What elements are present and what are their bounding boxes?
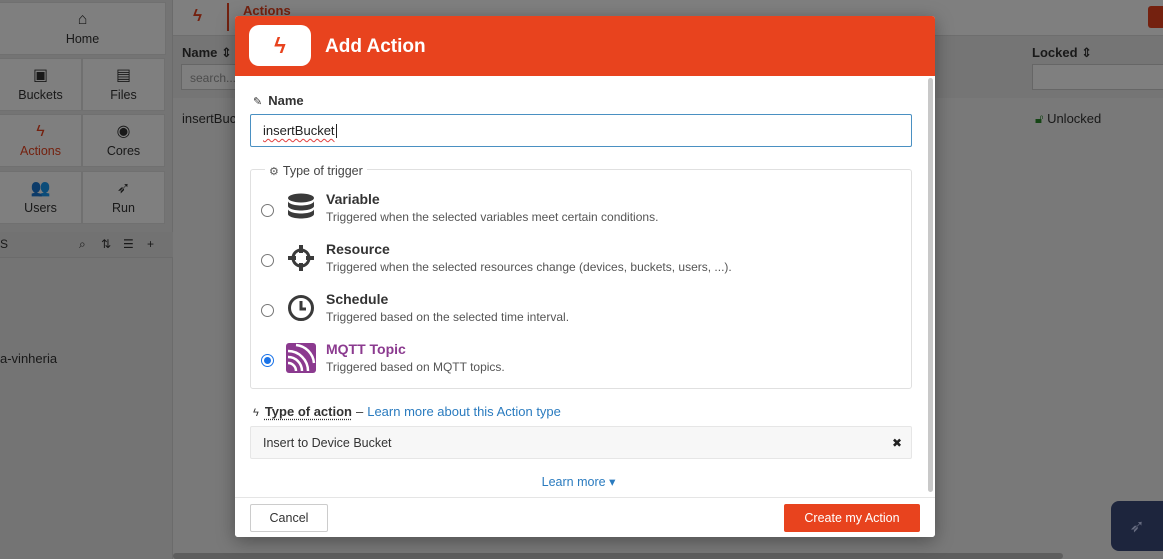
action-type-learn-link[interactable]: Learn more about this Action type — [367, 404, 561, 419]
cancel-button[interactable]: Cancel — [250, 504, 328, 532]
schedule-radio[interactable] — [261, 304, 274, 317]
caret-down-icon: ▾ — [609, 475, 616, 489]
dialog-body: ✎ Name insertBucket ⚙ Type of trigger Vari… — [235, 76, 935, 496]
clear-icon[interactable]: ✖ — [892, 436, 902, 450]
action-type-label: ϟ Type of action – Learn more about this Ac… — [253, 404, 561, 419]
dialog-footer: Cancel Create my Action — [235, 497, 935, 537]
trigger-option-variable[interactable]: Variable Triggered when the selected var… — [252, 191, 892, 235]
trigger-legend: ⚙ Type of trigger — [265, 164, 367, 178]
name-input[interactable]: insertBucket — [250, 114, 912, 147]
mqtt-radio[interactable] — [261, 354, 274, 367]
gear-icon: ⚙ — [269, 166, 279, 178]
add-action-dialog: ϟ Add Action ✎ Name insertBucket ⚙ Type of… — [235, 16, 935, 537]
text-caret — [335, 123, 337, 138]
create-action-button[interactable]: Create my Action — [784, 504, 920, 532]
mqtt-icon — [286, 343, 316, 373]
database-icon — [286, 193, 316, 223]
clock-icon — [286, 293, 316, 323]
name-label: ✎ Name — [253, 93, 304, 108]
crosshair-icon — [286, 243, 316, 273]
trigger-option-schedule[interactable]: Schedule Triggered based on the selected… — [252, 291, 892, 335]
variable-radio[interactable] — [261, 204, 274, 217]
learn-more-toggle[interactable]: Learn more ▾ — [235, 474, 922, 489]
bolt-icon: ϟ — [249, 25, 311, 66]
resource-radio[interactable] — [261, 254, 274, 267]
dialog-title: Add Action — [325, 36, 426, 57]
trigger-option-resource[interactable]: Resource Triggered when the selected res… — [252, 241, 892, 285]
dialog-scrollbar[interactable] — [928, 78, 933, 492]
trigger-option-mqtt[interactable]: MQTT Topic Triggered based on MQTT topic… — [252, 341, 892, 385]
bolt-icon: ϟ — [253, 407, 259, 419]
pencil-icon: ✎ — [253, 96, 263, 108]
action-type-select[interactable]: Insert to Device Bucket ✖ — [250, 426, 912, 459]
dialog-header: ϟ Add Action — [235, 16, 935, 76]
